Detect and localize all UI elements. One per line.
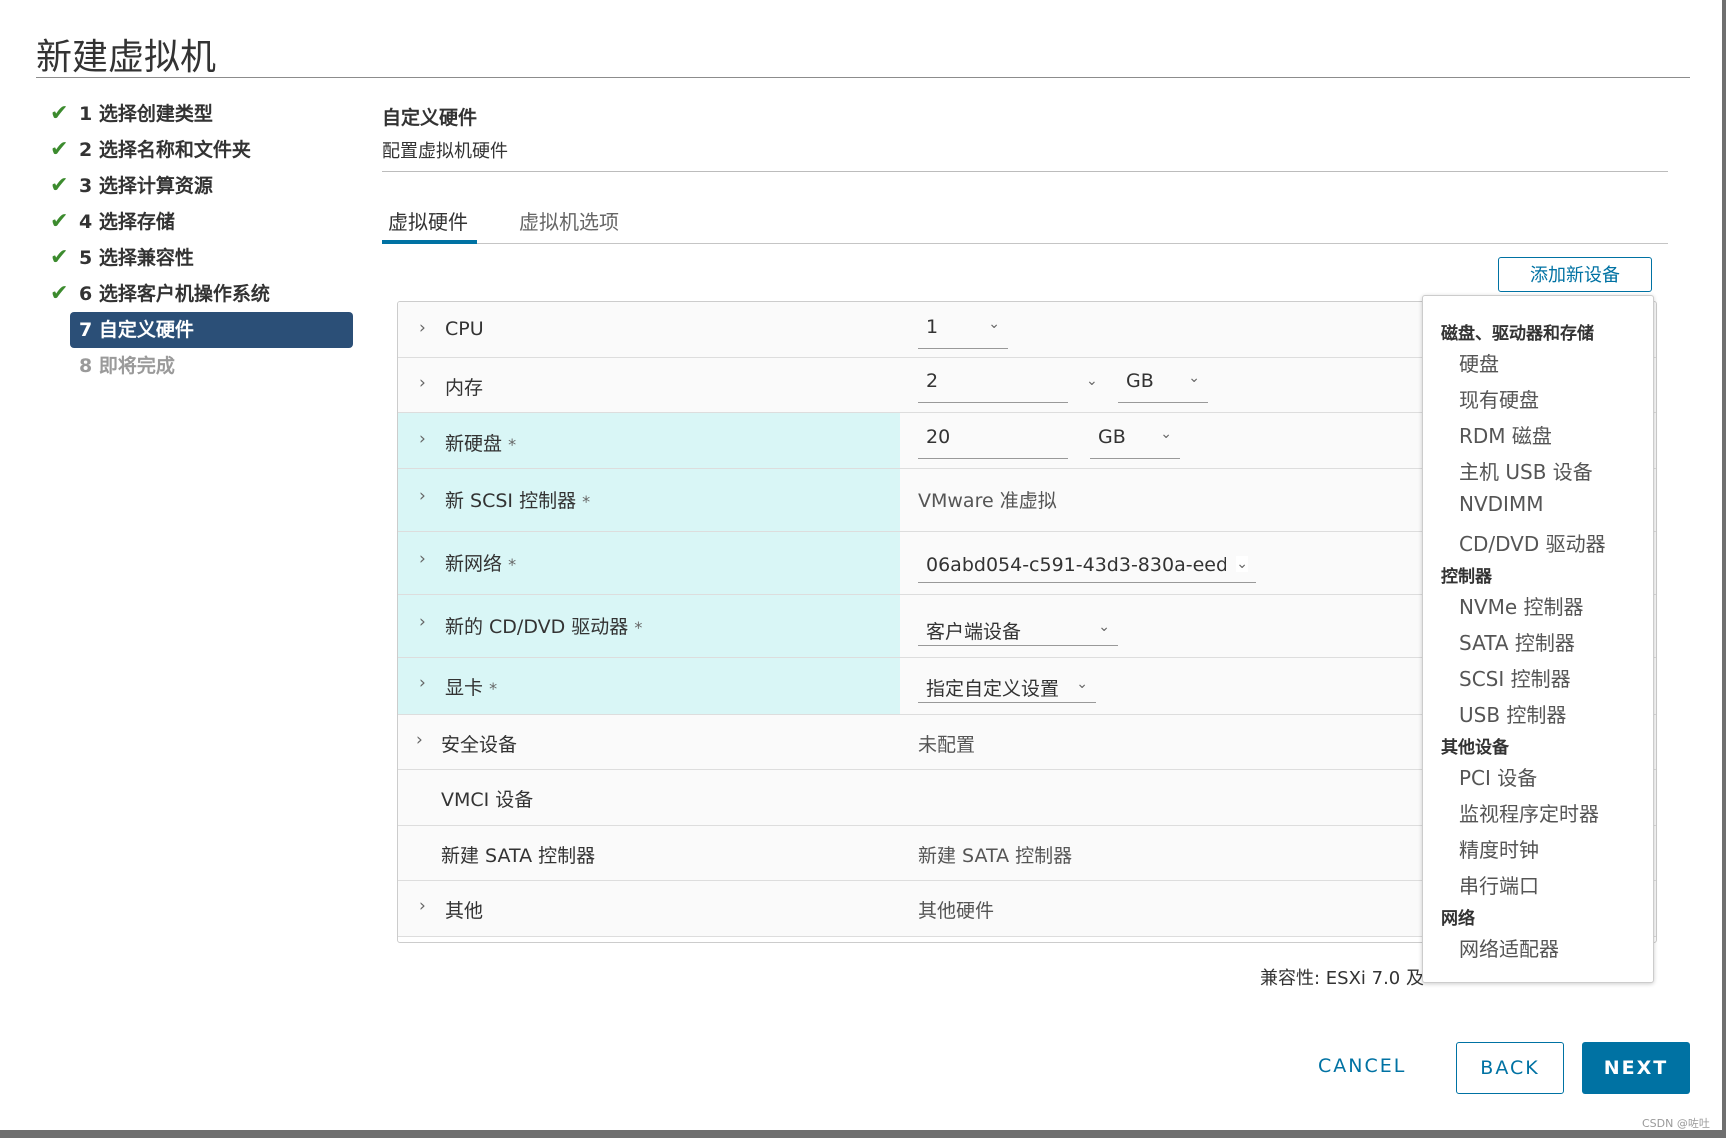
chevron-down-icon: ⌄ bbox=[1098, 619, 1110, 635]
menu-item-host-usb[interactable]: 主机 USB 设备 bbox=[1459, 456, 1593, 485]
menu-item-nvdimm[interactable]: NVDIMM bbox=[1459, 492, 1543, 516]
memory-input[interactable]: 2 bbox=[918, 370, 1068, 403]
header-divider bbox=[382, 171, 1668, 172]
row-label: 安全设备 bbox=[441, 734, 518, 756]
chevron-down-icon: ⌄ bbox=[988, 316, 1000, 332]
row-label: VMCI 设备 bbox=[441, 789, 534, 811]
chevron-right-icon[interactable]: › bbox=[419, 486, 426, 506]
memory-unit-select[interactable]: GB ⌄ bbox=[1118, 370, 1208, 403]
title-divider bbox=[36, 77, 1690, 78]
chevron-down-icon: ⌄ bbox=[1160, 426, 1172, 442]
check-icon: ✔ bbox=[50, 245, 69, 270]
menu-item-pci[interactable]: PCI 设备 bbox=[1459, 762, 1537, 791]
back-button[interactable]: BACK bbox=[1456, 1042, 1564, 1094]
step-7-active[interactable]: 7 自定义硬件 bbox=[70, 312, 353, 348]
sata-value: 新建 SATA 控制器 bbox=[918, 845, 1073, 867]
row-label: 新硬盘 * bbox=[445, 433, 517, 455]
menu-item-hard-disk[interactable]: 硬盘 bbox=[1459, 348, 1499, 377]
menu-item-existing-disk[interactable]: 现有硬盘 bbox=[1459, 384, 1539, 413]
step-4[interactable]: ✔ 4 选择存储 bbox=[44, 204, 354, 240]
step-2[interactable]: ✔ 2 选择名称和文件夹 bbox=[44, 132, 354, 168]
chevron-right-icon[interactable]: › bbox=[419, 549, 426, 569]
chevron-right-icon[interactable]: › bbox=[419, 612, 426, 632]
row-label: 其他 bbox=[445, 900, 484, 922]
check-icon: ✔ bbox=[50, 281, 69, 306]
check-icon: ✔ bbox=[50, 137, 69, 162]
cpu-select[interactable]: 1 ⌄ bbox=[918, 316, 1008, 349]
chevron-down-icon: ⌄ bbox=[1076, 676, 1088, 692]
video-card-select[interactable]: 指定自定义设置 ⌄ bbox=[918, 670, 1096, 703]
other-value: 其他硬件 bbox=[918, 900, 995, 922]
dialog-title: 新建虚拟机 bbox=[36, 37, 217, 78]
network-select[interactable]: 06abd054-c591-43d3-830a-eed ⌄ bbox=[918, 548, 1256, 583]
menu-group-other: 其他设备 bbox=[1441, 738, 1509, 758]
menu-item-usb[interactable]: USB 控制器 bbox=[1459, 699, 1566, 728]
active-tab-indicator bbox=[382, 240, 477, 244]
step-6[interactable]: ✔ 6 选择客户机操作系统 bbox=[44, 276, 354, 312]
add-new-device-button[interactable]: 添加新设备 bbox=[1498, 257, 1652, 292]
check-icon: ✔ bbox=[50, 101, 69, 126]
wizard-steps: ✔ 1 选择创建类型 ✔ 2 选择名称和文件夹 ✔ 3 选择计算资源 ✔ 4 选择存储 … bbox=[44, 96, 354, 384]
chevron-right-icon[interactable]: › bbox=[419, 673, 426, 693]
check-icon: ✔ bbox=[50, 209, 69, 234]
step-5[interactable]: ✔ 5 选择兼容性 bbox=[44, 240, 354, 276]
menu-item-nvme[interactable]: NVMe 控制器 bbox=[1459, 591, 1584, 620]
chevron-down-icon: ⌄ bbox=[1188, 370, 1200, 386]
cancel-button[interactable]: CANCEL bbox=[1318, 1055, 1406, 1077]
row-label: 新 SCSI 控制器 * bbox=[445, 490, 591, 512]
section-subtitle: 配置虚拟机硬件 bbox=[382, 141, 508, 162]
step-3[interactable]: ✔ 3 选择计算资源 bbox=[44, 168, 354, 204]
menu-item-rdm-disk[interactable]: RDM 磁盘 bbox=[1459, 420, 1552, 449]
chevron-right-icon[interactable]: › bbox=[416, 730, 423, 750]
menu-group-controllers: 控制器 bbox=[1441, 567, 1492, 587]
menu-group-network: 网络 bbox=[1441, 909, 1475, 929]
menu-item-network-adapter[interactable]: 网络适配器 bbox=[1459, 933, 1559, 962]
section-title: 自定义硬件 bbox=[382, 107, 478, 129]
menu-item-sata[interactable]: SATA 控制器 bbox=[1459, 627, 1575, 656]
add-device-menu: 磁盘、驱动器和存储 硬盘 现有硬盘 RDM 磁盘 主机 USB 设备 NVDIM… bbox=[1422, 295, 1654, 983]
check-icon: ✔ bbox=[50, 173, 69, 198]
compatibility-text: 兼容性: ESXi 7.0 及 bbox=[1260, 968, 1424, 989]
disk-unit-select[interactable]: GB ⌄ bbox=[1090, 426, 1180, 459]
chevron-right-icon[interactable]: › bbox=[419, 429, 426, 449]
menu-item-precision-clock[interactable]: 精度时钟 bbox=[1459, 834, 1539, 863]
disk-size-input[interactable]: 20 bbox=[918, 426, 1068, 459]
menu-item-cddvd[interactable]: CD/DVD 驱动器 bbox=[1459, 528, 1606, 557]
scsi-type-value: VMware 准虚拟 bbox=[918, 490, 1057, 512]
row-label: CPU bbox=[445, 318, 484, 340]
watermark: CSDN @咗吐 bbox=[1642, 1117, 1710, 1130]
row-label: 显卡 * bbox=[445, 677, 498, 699]
row-label: 新的 CD/DVD 驱动器 * bbox=[445, 616, 643, 638]
step-8: 8 即将完成 bbox=[79, 355, 175, 377]
security-value: 未配置 bbox=[918, 734, 976, 756]
chevron-down-icon[interactable]: ⌄ bbox=[1086, 373, 1098, 389]
tab-virtual-hardware[interactable]: 虚拟硬件 bbox=[388, 206, 468, 235]
chevron-right-icon[interactable]: › bbox=[419, 896, 426, 916]
row-label: 内存 bbox=[445, 377, 484, 399]
chevron-down-icon: ⌄ bbox=[1236, 556, 1248, 572]
menu-item-scsi[interactable]: SCSI 控制器 bbox=[1459, 663, 1571, 692]
tabs-divider bbox=[382, 243, 1668, 244]
row-label: 新建 SATA 控制器 bbox=[441, 845, 596, 867]
tab-vm-options[interactable]: 虚拟机选项 bbox=[519, 206, 619, 235]
menu-item-serial-port[interactable]: 串行端口 bbox=[1459, 870, 1539, 899]
menu-group-storage: 磁盘、驱动器和存储 bbox=[1441, 324, 1594, 344]
row-label: 新网络 * bbox=[445, 553, 517, 575]
step-1[interactable]: ✔ 1 选择创建类型 bbox=[44, 96, 354, 132]
next-button[interactable]: NEXT bbox=[1582, 1042, 1690, 1094]
cddvd-select[interactable]: 客户端设备 ⌄ bbox=[918, 611, 1118, 646]
menu-item-watchdog[interactable]: 监视程序定时器 bbox=[1459, 798, 1599, 827]
chevron-right-icon[interactable]: › bbox=[419, 373, 426, 393]
new-vm-dialog: 新建虚拟机 ✔ 1 选择创建类型 ✔ 2 选择名称和文件夹 ✔ 3 选择计算资源 ✔ 4… bbox=[0, 0, 1722, 1130]
chevron-right-icon[interactable]: › bbox=[419, 318, 426, 338]
